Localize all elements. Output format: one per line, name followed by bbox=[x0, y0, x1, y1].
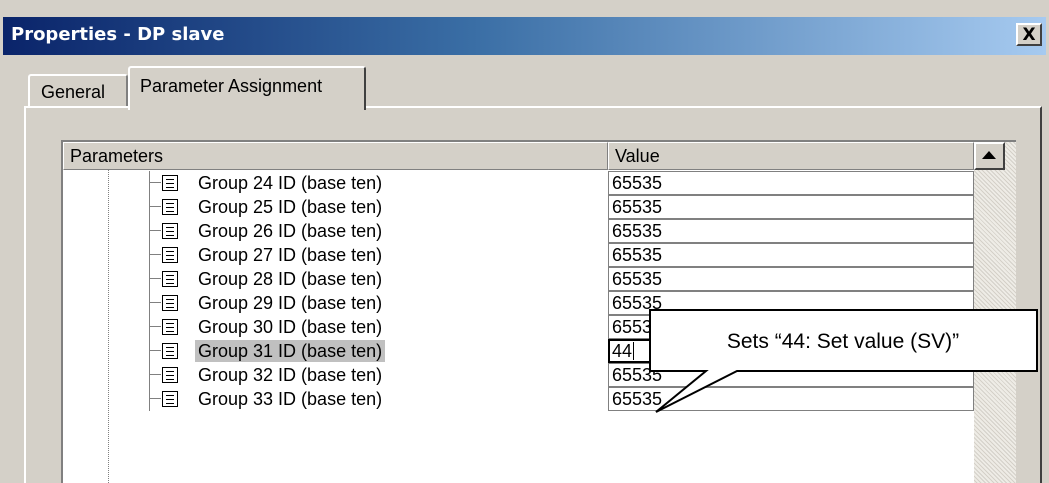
callout-bubble bbox=[649, 309, 1038, 413]
properties-dialog: Properties - DP slave X General Paramete… bbox=[0, 0, 1049, 483]
callout-text: Sets “44: Set value (SV)” bbox=[726, 330, 960, 353]
